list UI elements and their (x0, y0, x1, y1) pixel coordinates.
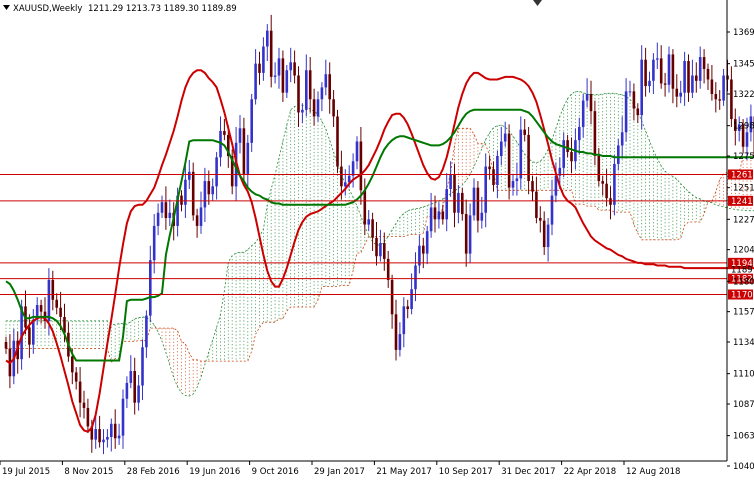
price-tick-label: 1087 (733, 400, 754, 410)
chart-canvas[interactable]: 126112411194118211701189 136913451322129… (0, 0, 754, 485)
symbol-label: XAUUSD,Weekly (13, 4, 82, 14)
time-tick-label: 19 Jul 2015 (2, 467, 50, 477)
price-tick-label: 1275 (733, 152, 754, 162)
price-tick-label: 1251 (733, 184, 754, 194)
price-tick-label: 1134 (733, 338, 754, 348)
time-tick-label: 22 Apr 2018 (564, 467, 617, 477)
ohlc-label: 1211.29 1213.73 1189.30 1189.89 (88, 4, 237, 14)
level-label-text: 1241 (731, 197, 753, 207)
price-tick-label: 1322 (733, 90, 754, 100)
time-tick-label: 12 Aug 2018 (626, 467, 680, 477)
time-tick-label: 8 Nov 2015 (64, 467, 113, 477)
price-tick-label: 1063 (733, 432, 754, 442)
price-tick-label: 1040 (733, 462, 754, 472)
time-tick-label: 21 May 2017 (376, 467, 431, 477)
price-tick-label: 1369 (733, 28, 754, 38)
time-tick-label: 10 Sep 2017 (439, 467, 493, 477)
time-tick-label: 29 Jan 2017 (314, 467, 365, 477)
candle (336, 109, 339, 174)
time-tick-label: 28 Feb 2016 (127, 467, 180, 477)
price-tick-label: 1180 (733, 277, 754, 287)
time-tick-label: 9 Oct 2016 (252, 467, 299, 477)
chart-window[interactable]: 1261 1241 1194 1182 1170 1189 1369 1345 1322 129… (0, 0, 754, 485)
level-label-text: 1261 (731, 170, 753, 180)
price-tick-label: 1345 (733, 60, 754, 70)
current-price-label: 1189 (731, 265, 753, 275)
time-tick-label: 31 Dec 2017 (501, 467, 555, 477)
time-tick-label: 19 Jun 2016 (189, 467, 240, 477)
price-tick-label: 1204 (733, 246, 754, 256)
price-tick-label: 1157 (733, 308, 754, 318)
price-tick-label: 1298 (733, 122, 754, 132)
price-tick-label: 1227 (733, 215, 754, 225)
price-tick-label: 1110 (733, 370, 754, 380)
level-label-text: 1170 (731, 291, 753, 301)
